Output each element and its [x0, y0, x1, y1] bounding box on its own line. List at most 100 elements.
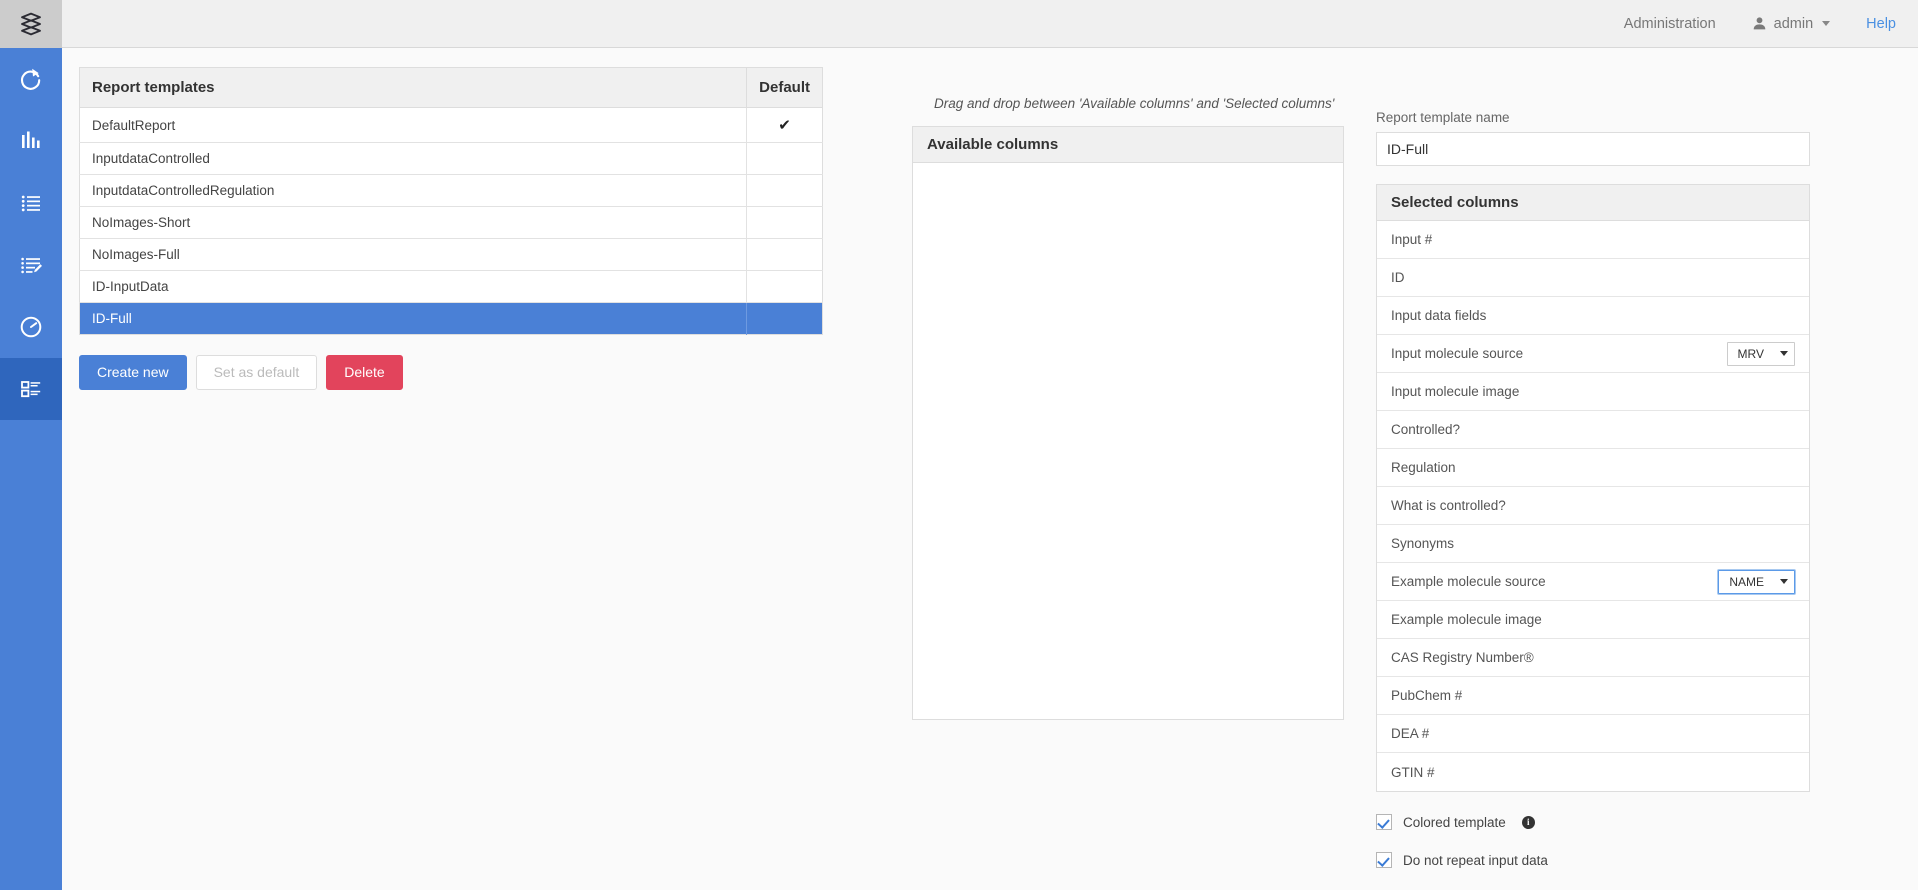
chevron-down-icon [1780, 351, 1788, 356]
bar-chart-icon [16, 126, 46, 156]
sidebar-item-refresh[interactable] [0, 48, 62, 110]
no-repeat-input-data-checkbox[interactable] [1376, 852, 1392, 868]
selected-column-item[interactable]: Example molecule source NAME [1377, 563, 1809, 601]
set-as-default-button[interactable]: Set as default [196, 355, 318, 390]
available-columns-title: Available columns [913, 127, 1343, 163]
list-icon [16, 188, 46, 218]
user-icon [1752, 16, 1767, 31]
table-row[interactable]: NoImages-Full [80, 239, 823, 271]
selected-column-item[interactable]: Controlled? [1377, 411, 1809, 449]
table-row[interactable]: InputdataControlled [80, 143, 823, 175]
report-templates-table: Report templates Default DefaultReport✔I… [79, 67, 823, 335]
administration-link[interactable]: Administration [1606, 16, 1734, 32]
report-layout-icon [16, 374, 46, 404]
table-row[interactable]: InputdataControlledRegulation [80, 175, 823, 207]
content-area: Report templates Default DefaultReport✔I… [62, 48, 1918, 890]
table-row[interactable]: DefaultReport✔ [80, 108, 823, 143]
help-link[interactable]: Help [1848, 16, 1896, 32]
top-bar: Administration admin Help [62, 0, 1918, 48]
colored-template-checkbox[interactable] [1376, 814, 1392, 830]
selected-column-label: Input data fields [1391, 308, 1486, 323]
selected-column-item[interactable]: Input data fields [1377, 297, 1809, 335]
user-menu[interactable]: admin [1734, 16, 1849, 32]
selected-column-item[interactable]: ID [1377, 259, 1809, 297]
template-name-cell: NoImages-Short [80, 207, 747, 239]
selected-column-label: CAS Registry Number® [1391, 650, 1534, 665]
selected-columns-title: Selected columns [1377, 185, 1809, 221]
selected-column-label: GTIN # [1391, 765, 1435, 780]
selected-column-label: Example molecule source [1391, 574, 1546, 589]
sidebar-item-list-edit[interactable] [0, 234, 62, 296]
template-name-cell: InputdataControlledRegulation [80, 175, 747, 207]
create-new-button[interactable]: Create new [79, 355, 187, 390]
template-name-cell: ID-Full [80, 303, 747, 335]
template-action-buttons: Create new Set as default Delete [79, 355, 823, 390]
main-area: Administration admin Help [62, 0, 1918, 890]
chevron-down-icon [1780, 579, 1788, 584]
selected-column-item[interactable]: GTIN # [1377, 753, 1809, 791]
sidebar-item-report-layout[interactable] [0, 358, 62, 420]
molecule-source-value: MRV [1738, 347, 1764, 361]
available-columns-panel[interactable]: Available columns [912, 126, 1344, 720]
info-icon[interactable]: i [1522, 816, 1535, 829]
logo-s-stack-icon [16, 9, 46, 39]
selected-column-label: Input # [1391, 232, 1432, 247]
default-flag-cell [747, 175, 823, 207]
default-flag-cell [747, 303, 823, 335]
selected-column-label: ID [1391, 270, 1405, 285]
selected-column-label: PubChem # [1391, 688, 1462, 703]
available-columns-dropzone[interactable] [913, 163, 1343, 719]
sidebar [0, 0, 62, 890]
available-columns-section: Drag and drop between 'Available columns… [912, 96, 1344, 720]
selected-column-item[interactable]: Example molecule image [1377, 601, 1809, 639]
table-row[interactable]: NoImages-Short [80, 207, 823, 239]
sidebar-item-statistics[interactable] [0, 110, 62, 172]
report-template-name-label: Report template name [1376, 110, 1810, 125]
table-body: DefaultReport✔InputdataControlledInputda… [80, 108, 823, 335]
no-repeat-input-data-row: Do not repeat input data [1376, 852, 1810, 868]
molecule-source-select[interactable]: MRV [1727, 342, 1795, 366]
drag-drop-hint: Drag and drop between 'Available columns… [912, 96, 1344, 111]
app-logo[interactable] [0, 0, 62, 48]
selected-column-item[interactable]: Regulation [1377, 449, 1809, 487]
default-flag-cell: ✔ [747, 108, 823, 143]
header-report-templates: Report templates [80, 68, 747, 108]
default-flag-cell [747, 239, 823, 271]
selected-column-label: DEA # [1391, 726, 1429, 741]
selected-columns-list[interactable]: Input # ID Input data fields Input molecule… [1377, 221, 1809, 791]
template-name-cell: InputdataControlled [80, 143, 747, 175]
application-root: Administration admin Help [0, 0, 1918, 890]
selected-column-label: Regulation [1391, 460, 1456, 475]
table-row[interactable]: ID-InputData [80, 271, 823, 303]
refresh-icon [16, 64, 46, 94]
template-name-cell: NoImages-Full [80, 239, 747, 271]
selected-column-label: What is controlled? [1391, 498, 1506, 513]
template-name-cell: ID-InputData [80, 271, 747, 303]
selected-column-item[interactable]: Synonyms [1377, 525, 1809, 563]
molecule-source-select[interactable]: NAME [1718, 570, 1795, 594]
selected-column-label: Input molecule image [1391, 384, 1519, 399]
delete-button[interactable]: Delete [326, 355, 402, 390]
colored-template-row: Colored template i [1376, 814, 1810, 830]
user-name: admin [1774, 16, 1814, 32]
table-head: Report templates Default [80, 68, 823, 108]
selected-column-item[interactable]: Input molecule image [1377, 373, 1809, 411]
colored-template-label: Colored template [1403, 815, 1506, 830]
report-templates-section: Report templates Default DefaultReport✔I… [79, 67, 823, 390]
no-repeat-input-data-label: Do not repeat input data [1403, 853, 1548, 868]
table-row[interactable]: ID-Full [80, 303, 823, 335]
selected-column-label: Controlled? [1391, 422, 1460, 437]
selected-column-item[interactable]: Input # [1377, 221, 1809, 259]
default-flag-cell [747, 207, 823, 239]
selected-columns-panel[interactable]: Selected columns Input # ID Input data fie… [1376, 184, 1810, 792]
selected-column-item[interactable]: PubChem # [1377, 677, 1809, 715]
selected-column-item[interactable]: What is controlled? [1377, 487, 1809, 525]
selected-column-item[interactable]: DEA # [1377, 715, 1809, 753]
selected-column-item[interactable]: CAS Registry Number® [1377, 639, 1809, 677]
sidebar-item-gauge[interactable] [0, 296, 62, 358]
sidebar-item-list[interactable] [0, 172, 62, 234]
selected-column-item[interactable]: Input molecule sourceMRV [1377, 335, 1809, 373]
report-template-name-input[interactable] [1376, 132, 1810, 166]
header-default: Default [747, 68, 823, 108]
chevron-down-icon [1822, 21, 1830, 26]
